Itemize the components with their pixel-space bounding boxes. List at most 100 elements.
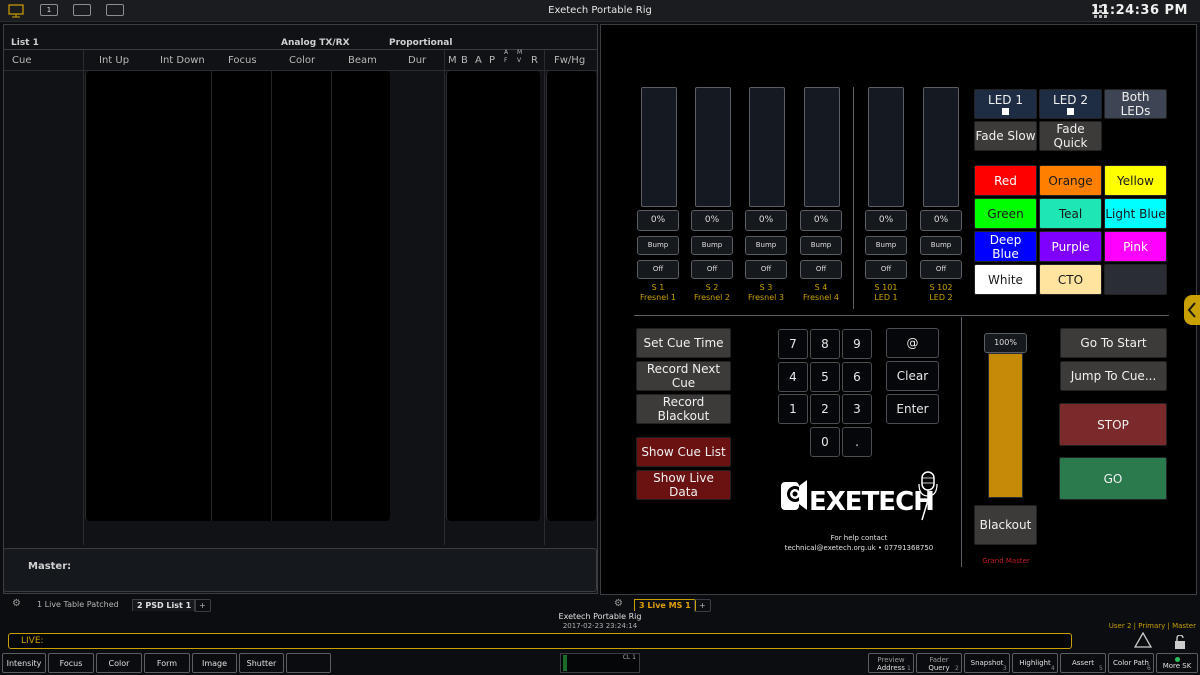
level-s1[interactable]: 0% [637, 210, 679, 231]
key-9[interactable]: 9 [842, 329, 872, 359]
both-leds-button[interactable]: Both LEDs [1104, 89, 1167, 119]
off-s1[interactable]: Off [637, 260, 679, 279]
intensity-button[interactable]: Intensity [2, 653, 46, 673]
bump-s2[interactable]: Bump [691, 236, 733, 255]
key-1[interactable]: 1 [778, 394, 808, 424]
off-s101[interactable]: Off [865, 260, 907, 279]
color-empty-button[interactable] [1104, 264, 1167, 295]
key-at[interactable]: @ [886, 328, 939, 358]
stop-button[interactable]: STOP [1059, 403, 1167, 446]
fader-s1[interactable] [641, 87, 677, 207]
blank-button[interactable] [286, 653, 331, 673]
led-2-button[interactable]: LED 2 [1039, 89, 1102, 119]
color-button[interactable]: Color [96, 653, 142, 673]
col-beam[interactable]: Beam [348, 55, 377, 66]
level-s3[interactable]: 0% [745, 210, 787, 231]
col-p[interactable]: P [489, 55, 495, 66]
col-af[interactable]: A F [504, 49, 512, 65]
col-b[interactable]: B [461, 55, 468, 66]
side-panel-arrow[interactable] [1184, 295, 1200, 325]
fader-s4[interactable] [804, 87, 840, 207]
fader-s3[interactable] [749, 87, 785, 207]
show-live-data-button[interactable]: Show Live Data [636, 470, 731, 500]
bump-s3[interactable]: Bump [745, 236, 787, 255]
focus-button[interactable]: Focus [48, 653, 94, 673]
color-purple-button[interactable]: Purple [1039, 231, 1102, 262]
image-button[interactable]: Image [192, 653, 237, 673]
key-8[interactable]: 8 [810, 329, 840, 359]
fader-s102[interactable] [923, 87, 959, 207]
key-enter[interactable]: Enter [886, 394, 939, 424]
tab-live-ms-1[interactable]: 3 Live MS 1 [634, 599, 696, 611]
shutter-button[interactable]: Shutter [239, 653, 284, 673]
key-dot[interactable]: . [842, 427, 872, 457]
grand-master-level[interactable]: 100% [984, 333, 1027, 353]
color-cto-button[interactable]: CTO [1039, 264, 1102, 295]
show-cue-list-button[interactable]: Show Cue List [636, 437, 731, 467]
color-teal-button[interactable]: Teal [1039, 198, 1102, 229]
led-1-button[interactable]: LED 1 [974, 89, 1037, 119]
level-s4[interactable]: 0% [800, 210, 842, 231]
tab-add-left[interactable]: + [194, 599, 211, 612]
level-s2[interactable]: 0% [691, 210, 733, 231]
color-deep-blue-button[interactable]: Deep Blue [974, 231, 1037, 262]
bump-s4[interactable]: Bump [800, 236, 842, 255]
key-4[interactable]: 4 [778, 362, 808, 392]
fader-s2[interactable] [695, 87, 731, 207]
key-7[interactable]: 7 [778, 329, 808, 359]
key-6[interactable]: 6 [842, 362, 872, 392]
go-to-start-button[interactable]: Go To Start [1060, 328, 1167, 358]
jump-to-cue-button[interactable]: Jump To Cue... [1060, 361, 1167, 391]
color-white-button[interactable]: White [974, 264, 1037, 295]
col-int-up[interactable]: Int Up [99, 55, 129, 66]
col-int-down[interactable]: Int Down [160, 55, 205, 66]
off-s3[interactable]: Off [745, 260, 787, 279]
col-cue[interactable]: Cue [12, 55, 31, 66]
color-yellow-button[interactable]: Yellow [1104, 165, 1167, 196]
col-color[interactable]: Color [289, 55, 315, 66]
cue-data-area[interactable] [85, 71, 390, 521]
key-2[interactable]: 2 [810, 394, 840, 424]
fader-s101[interactable] [868, 87, 904, 207]
key-0[interactable]: 0 [810, 427, 840, 457]
off-s102[interactable]: Off [920, 260, 962, 279]
col-mv[interactable]: M V [517, 49, 525, 65]
tab-add-right[interactable]: + [694, 599, 711, 612]
col-m[interactable]: M [448, 55, 457, 66]
more-softkeys-button[interactable]: More SK [1156, 653, 1198, 673]
warning-triangle-icon[interactable] [1133, 631, 1153, 648]
key-3[interactable]: 3 [842, 394, 872, 424]
col-fw-hg[interactable]: Fw/Hg [554, 55, 585, 66]
color-orange-button[interactable]: Orange [1039, 165, 1102, 196]
gear-icon[interactable]: ⚙ [12, 598, 21, 609]
off-s2[interactable]: Off [691, 260, 733, 279]
level-s101[interactable]: 0% [865, 210, 907, 231]
blackout-button[interactable]: Blackout [974, 505, 1037, 545]
tab-live-table-patched[interactable]: 1 Live Table Patched [33, 599, 123, 610]
color-light-blue-button[interactable]: Light Blue [1104, 198, 1167, 229]
fade-quick-button[interactable]: Fade Quick [1039, 121, 1102, 151]
record-next-cue-button[interactable]: Record Next Cue [636, 361, 731, 391]
bump-s102[interactable]: Bump [920, 236, 962, 255]
level-s102[interactable]: 0% [920, 210, 962, 231]
col-a[interactable]: A [475, 55, 482, 66]
color-green-button[interactable]: Green [974, 198, 1037, 229]
color-pink-button[interactable]: Pink [1104, 231, 1167, 262]
fade-slow-button[interactable]: Fade Slow [974, 121, 1037, 151]
command-line[interactable]: LIVE: [8, 633, 1072, 649]
lock-icon[interactable] [1173, 634, 1187, 649]
record-blackout-button[interactable]: Record Blackout [636, 394, 731, 424]
form-button[interactable]: Form [144, 653, 190, 673]
gear-icon[interactable]: ⚙ [614, 598, 623, 609]
bump-s101[interactable]: Bump [865, 236, 907, 255]
fw-data-area[interactable] [546, 71, 596, 521]
set-cue-time-button[interactable]: Set Cue Time [636, 328, 731, 358]
go-button[interactable]: GO [1059, 457, 1167, 500]
key-5[interactable]: 5 [810, 362, 840, 392]
off-s4[interactable]: Off [800, 260, 842, 279]
grand-master-fader[interactable] [988, 353, 1023, 498]
key-clear[interactable]: Clear [886, 361, 939, 391]
col-focus[interactable]: Focus [228, 55, 257, 66]
tab-psd-list-1[interactable]: 2 PSD List 1 [132, 599, 197, 611]
flags-data-area[interactable] [446, 71, 540, 521]
